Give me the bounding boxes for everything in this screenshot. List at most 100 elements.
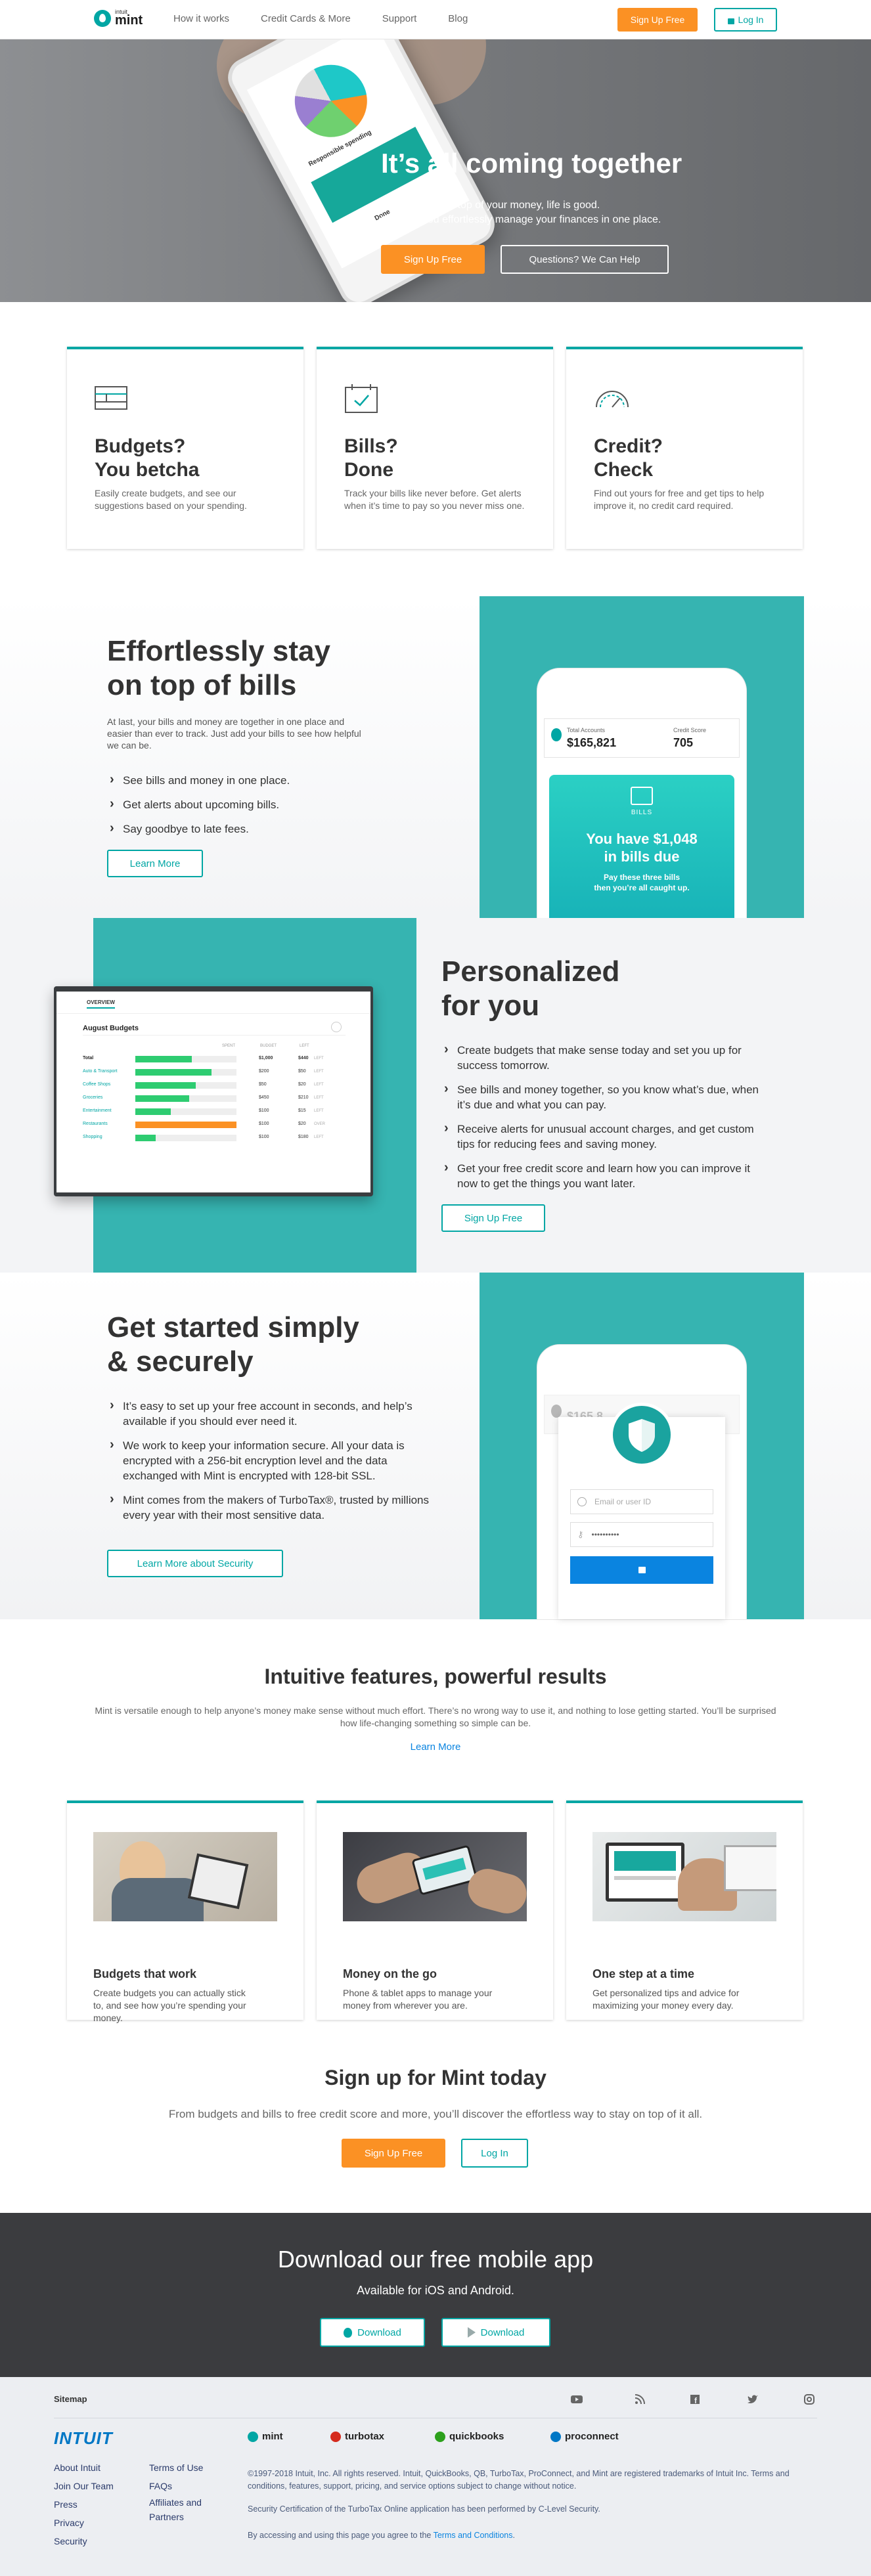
budget-screen: OVERVIEW August Budgets SPENT BUDGET LEF… — [56, 992, 370, 1192]
instagram-icon[interactable] — [803, 2393, 816, 2406]
budget-progress-track — [135, 1122, 236, 1128]
nav-signup-button[interactable]: Sign Up Free — [617, 8, 698, 32]
budget-progress-track — [135, 1056, 236, 1062]
signup-title: Sign up for Mint today — [324, 2066, 547, 2089]
footer-link-terms[interactable]: Terms of Use — [149, 2458, 203, 2477]
security-learn-more-button[interactable]: Learn More about Security — [107, 1550, 283, 1577]
brand-turbotax[interactable]: turbotax — [330, 2431, 384, 2442]
quickbooks-brand-icon — [435, 2431, 445, 2442]
hero-subtitle: When you’re on top of your money, life i… — [381, 198, 749, 227]
features-learn-more-link[interactable]: Learn More — [0, 1741, 871, 1753]
bills-icon — [631, 787, 653, 805]
budget-progress-track — [135, 1135, 236, 1141]
budget-progress-track — [135, 1095, 236, 1102]
budgets-card: Budgets? You betcha Easily create budgets… — [67, 347, 303, 549]
budget-row[interactable]: Coffee Shops $50 $20 LEFT — [83, 1081, 346, 1090]
brand-proconnect[interactable]: proconnect — [550, 2431, 619, 2442]
feature-tips-title: One step at a time — [592, 1967, 695, 1980]
phone-accounts-bar: Total Accounts $165,821 Credit Score 705 — [544, 718, 740, 758]
budget-progress-fill — [135, 1056, 192, 1062]
bills-phone-mockup: Total Accounts $165,821 Credit Score 705… — [537, 668, 746, 918]
budget-left-unit: LEFT — [314, 1109, 324, 1113]
mint-drop-icon-faded — [551, 1405, 562, 1418]
feature-card-budgets: Budgets that work Create budgets you can… — [67, 1801, 303, 2023]
mint-brand-icon — [248, 2431, 258, 2442]
legal-terms: By accessing and using this page you agr… — [248, 2531, 515, 2540]
phone-in-hands-image — [343, 1832, 527, 1921]
login-submit-button[interactable] — [570, 1556, 713, 1584]
budget-left-amount: $15 — [298, 1108, 306, 1113]
personal-signup-button[interactable]: Sign Up Free — [441, 1204, 545, 1232]
bills-learn-more-button[interactable]: Learn More — [107, 850, 203, 877]
twitter-icon[interactable] — [746, 2393, 759, 2406]
secure-bullet-1: It’s easy to set up your free account in… — [107, 1398, 436, 1429]
footer-link-press[interactable]: Press — [54, 2495, 114, 2514]
password-field[interactable]: ⚷ •••••••••• — [570, 1522, 713, 1547]
feature-card-tips: One step at a time Get personalized tips… — [566, 1801, 803, 2020]
signup-login-button[interactable]: Log In — [461, 2139, 528, 2168]
bills-due-card: BILLS You have $1,048 in bills due Pay th… — [549, 775, 734, 918]
budget-row[interactable]: Auto & Transport $200 $50 LEFT — [83, 1068, 346, 1077]
budget-row[interactable]: Total $1,000 $440 LEFT — [83, 1055, 346, 1064]
nav-link-blog[interactable]: Blog — [448, 13, 468, 24]
legal-security: Security Certification of the TurboTax O… — [248, 2504, 600, 2514]
budget-amount: $100 — [259, 1122, 269, 1126]
sitemap-link[interactable]: Sitemap — [54, 2394, 87, 2404]
nav-login-button[interactable]: Log In — [714, 8, 777, 32]
bills-bullet-3: Say goodbye to late fees. — [107, 821, 383, 837]
credit-card-text: Find out yours for free and get tips to … — [594, 488, 765, 511]
personal-section-title: Personalized for you — [441, 955, 620, 1022]
footer-link-jobs[interactable]: Join Our Team — [54, 2477, 114, 2495]
signup-text: From budgets and bills to free credit sc… — [168, 2108, 703, 2120]
terms-conditions-link[interactable]: Terms and Conditions — [434, 2531, 513, 2540]
budget-row[interactable]: Groceries $450 $210 LEFT — [83, 1094, 346, 1103]
nav-link-support[interactable]: Support — [382, 13, 417, 24]
nav-link-how-it-works[interactable]: How it works — [173, 13, 229, 24]
android-download-label: Download — [480, 2326, 525, 2338]
budget-category-name: Total — [83, 1056, 94, 1060]
hero-questions-button[interactable]: Questions? We Can Help — [501, 245, 669, 274]
brand-quickbooks[interactable]: quickbooks — [435, 2431, 504, 2442]
bills-bullet-1: See bills and money in one place. — [107, 772, 383, 788]
nav-links: How it works Credit Cards & More Support… — [173, 13, 468, 24]
budget-left-unit: OVER — [314, 1122, 326, 1126]
email-field[interactable]: Email or user ID — [570, 1489, 713, 1514]
email-placeholder: Email or user ID — [594, 1497, 652, 1506]
footer-link-about[interactable]: About Intuit — [54, 2458, 114, 2477]
rss-icon[interactable] — [633, 2393, 646, 2406]
nav-link-credit-cards[interactable]: Credit Cards & More — [261, 13, 351, 24]
budget-icon — [95, 386, 127, 413]
ios-download-button[interactable]: Download — [320, 2318, 425, 2347]
android-download-button[interactable]: Download — [441, 2318, 550, 2347]
brand-proconnect-label: proconnect — [565, 2431, 619, 2442]
key-icon: ⚷ — [577, 1529, 584, 1539]
youtube-icon[interactable] — [570, 2393, 583, 2406]
budget-row[interactable]: Restaurants $100 $20 OVER — [83, 1120, 346, 1129]
budget-row[interactable]: Shopping $100 $180 LEFT — [83, 1133, 346, 1143]
personal-bullet-1: Create budgets that make sense today and… — [441, 1042, 770, 1073]
footer-link-affiliates[interactable]: Affiliates and Partners — [149, 2495, 203, 2524]
features-text: Mint is versatile enough to help anyone’… — [95, 1705, 776, 1728]
budget-left-amount: $180 — [298, 1135, 309, 1139]
facebook-icon[interactable]: f — [688, 2393, 702, 2406]
footer-link-security[interactable]: Security — [54, 2532, 114, 2550]
mint-leaf-icon — [94, 9, 111, 27]
footer-link-privacy[interactable]: Privacy — [54, 2514, 114, 2532]
intuit-logo[interactable]: INTUIT — [54, 2428, 113, 2449]
signup-button[interactable]: Sign Up Free — [342, 2139, 445, 2168]
brand-mint[interactable]: mint — [248, 2431, 283, 2442]
mint-logo[interactable]: intuit mint — [94, 9, 143, 27]
credit-card: Credit? Check Find out yours for free and… — [566, 347, 803, 549]
laptop-screen-mockup: OVERVIEW August Budgets SPENT BUDGET LEF… — [54, 986, 373, 1196]
apple-icon — [344, 2327, 353, 2338]
feature-mobile-text: Phone & tablet apps to manage your money… — [343, 1988, 493, 2011]
hero-signup-button[interactable]: Sign Up Free — [381, 245, 485, 274]
tablet-laptop-image — [592, 1832, 776, 1921]
personal-bullets: Create budgets that make sense today and… — [441, 1042, 770, 1200]
budget-row[interactable]: Entertainment $100 $15 LEFT — [83, 1107, 346, 1116]
budgets-heading: August Budgets — [83, 1024, 139, 1032]
footer-link-faqs[interactable]: FAQs — [149, 2477, 203, 2495]
budget-left-amount: $20 — [298, 1122, 306, 1126]
footer: Sitemap f INTUIT About Intuit Join Our T… — [0, 2377, 871, 2576]
hero-subtitle-line1: When you’re on top of your money, life i… — [381, 200, 600, 211]
